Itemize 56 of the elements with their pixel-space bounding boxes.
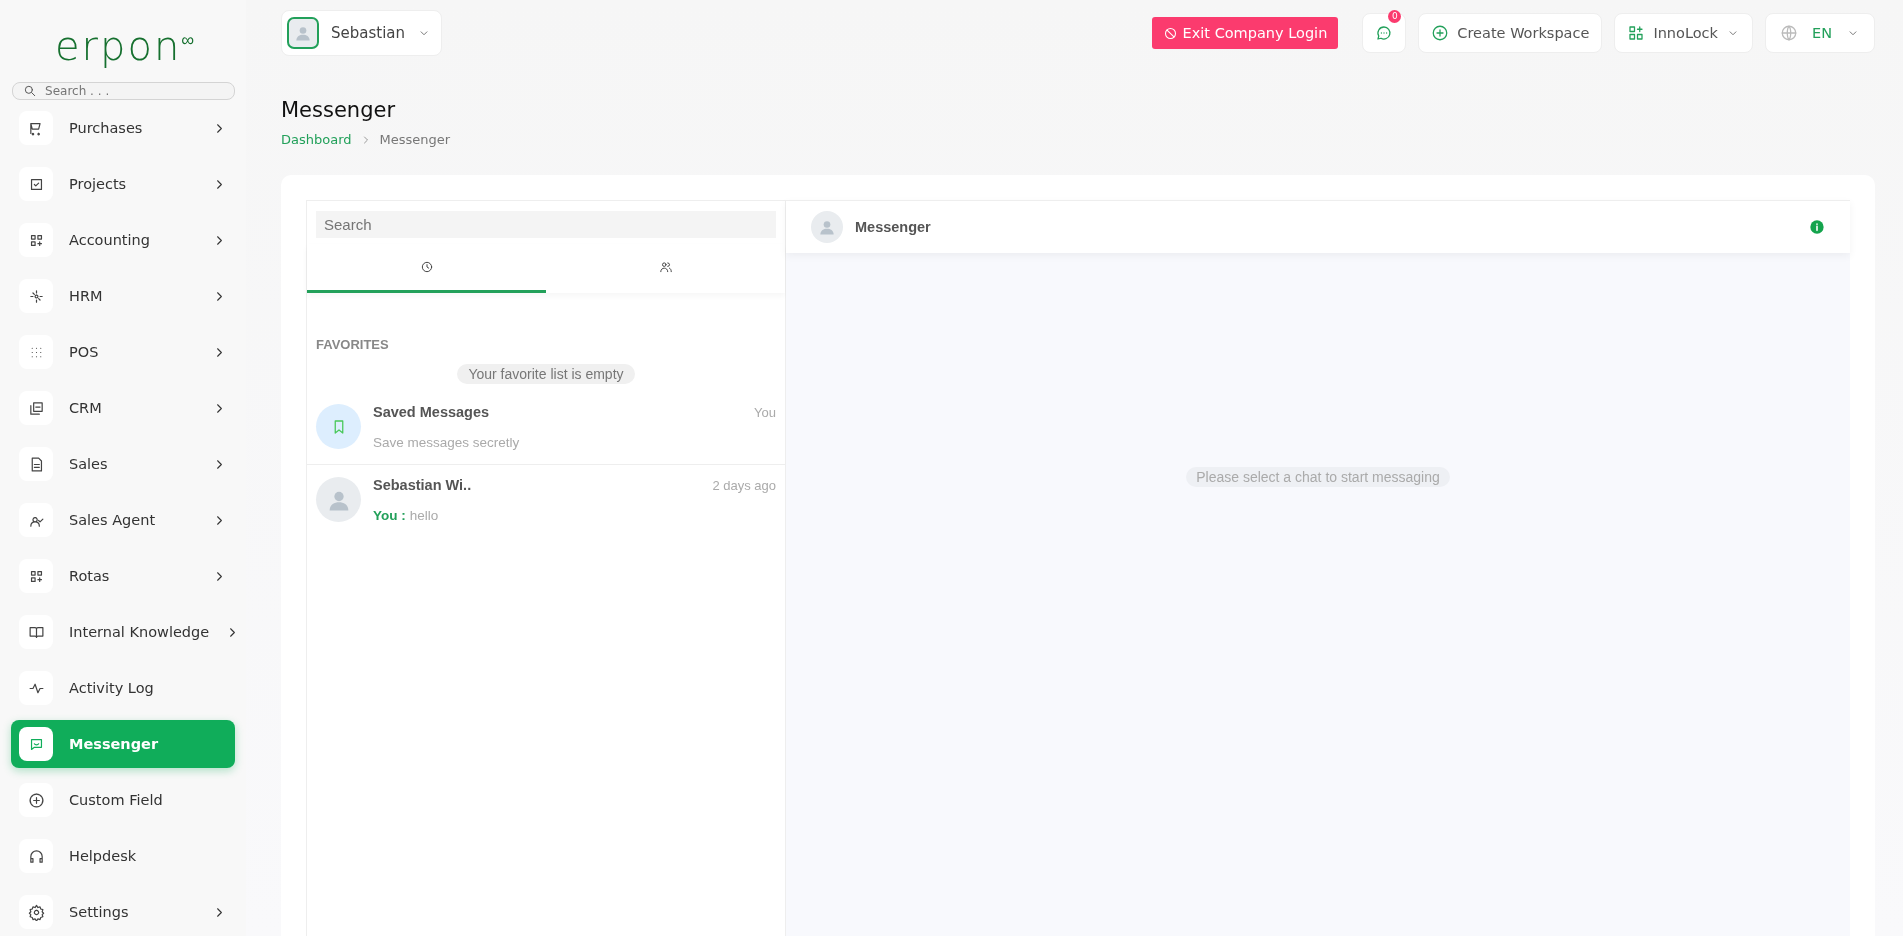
search-icon	[23, 83, 38, 99]
users-icon	[658, 260, 673, 274]
search-input[interactable]: Search . . .	[43, 83, 224, 99]
sidebar-item[interactable]: HRM	[11, 272, 235, 320]
sender-label: You :	[373, 508, 406, 523]
sidebar-item[interactable]: Activity Log	[11, 664, 235, 712]
search-field[interactable]: Search . . .	[12, 82, 235, 100]
apps-icon	[1627, 24, 1646, 42]
empty-list-notice: Your favorite list is empty	[457, 364, 635, 384]
sidebar-item[interactable]: Helpdesk	[11, 832, 235, 880]
page-title: Messenger	[281, 98, 397, 122]
section-heading: FAVORITES	[316, 337, 390, 352]
notification-badge: 0	[1388, 10, 1402, 23]
sidebar-item[interactable]: CRM	[11, 384, 235, 432]
menu-item-icon	[27, 847, 45, 865]
chat-time: You	[754, 405, 776, 420]
sidebar-item[interactable]: Rotas	[11, 552, 235, 600]
user-menu-button[interactable]: Sebastian	[281, 10, 443, 56]
search-field[interactable]: Search	[316, 211, 776, 238]
logo[interactable]: erpon$^{∞}$	[55, 18, 195, 68]
bookmark-icon	[316, 404, 361, 449]
sidebar-item[interactable]: Purchases	[11, 104, 235, 152]
menu-item-icon	[27, 791, 45, 809]
sidebar-item[interactable]: Custom Field	[11, 776, 235, 824]
globe-icon	[1780, 24, 1798, 42]
sidebar-item[interactable]: Sales	[11, 440, 235, 488]
chat-list-item[interactable]: Sebastian Wi.. 2 days ago You : hello	[307, 465, 785, 537]
messages-button[interactable]: 0	[1362, 13, 1407, 53]
clock-icon	[419, 260, 434, 274]
avatar-icon	[811, 211, 843, 243]
chat-time: 2 days ago	[712, 478, 776, 493]
create-workspace-button[interactable]: Create Workspace	[1418, 13, 1603, 53]
empty-chat-notice: Please select a chat to start messaging	[1186, 467, 1450, 487]
sidebar-item[interactable]: Projects	[11, 160, 235, 208]
menu-item-icon	[27, 287, 45, 305]
chat-name: Saved Messages	[373, 404, 490, 420]
message-preview: hello	[409, 508, 439, 523]
plus-circle-icon	[1431, 24, 1450, 42]
prohibited-icon	[1162, 25, 1178, 41]
avatar-icon	[287, 17, 319, 49]
chat-name: Sebastian Wi..	[373, 477, 472, 493]
menu-item-icon	[27, 903, 45, 921]
chat-list-item[interactable]: Saved Messages You Save messages secretly	[307, 392, 785, 465]
sidebar-item[interactable]: Sales Agent	[11, 496, 235, 544]
sidebar-item[interactable]: Accounting	[11, 216, 235, 264]
chat-title: Messenger	[855, 219, 931, 235]
avatar-icon	[316, 477, 361, 522]
menu-item-icon	[27, 399, 45, 417]
sidebar-item[interactable]: POS	[11, 328, 235, 376]
info-icon[interactable]	[1809, 219, 1825, 235]
exit-company-login-button[interactable]: Exit Company Login	[1151, 17, 1339, 49]
breadcrumb-current: Messenger	[379, 132, 451, 147]
message-preview: Save messages secretly	[373, 435, 520, 450]
sidebar-item[interactable]: Internal Knowledge	[11, 608, 235, 656]
workspace-dropdown[interactable]: InnoLock	[1614, 13, 1753, 53]
sidebar-item[interactable]: Settings	[11, 888, 235, 936]
